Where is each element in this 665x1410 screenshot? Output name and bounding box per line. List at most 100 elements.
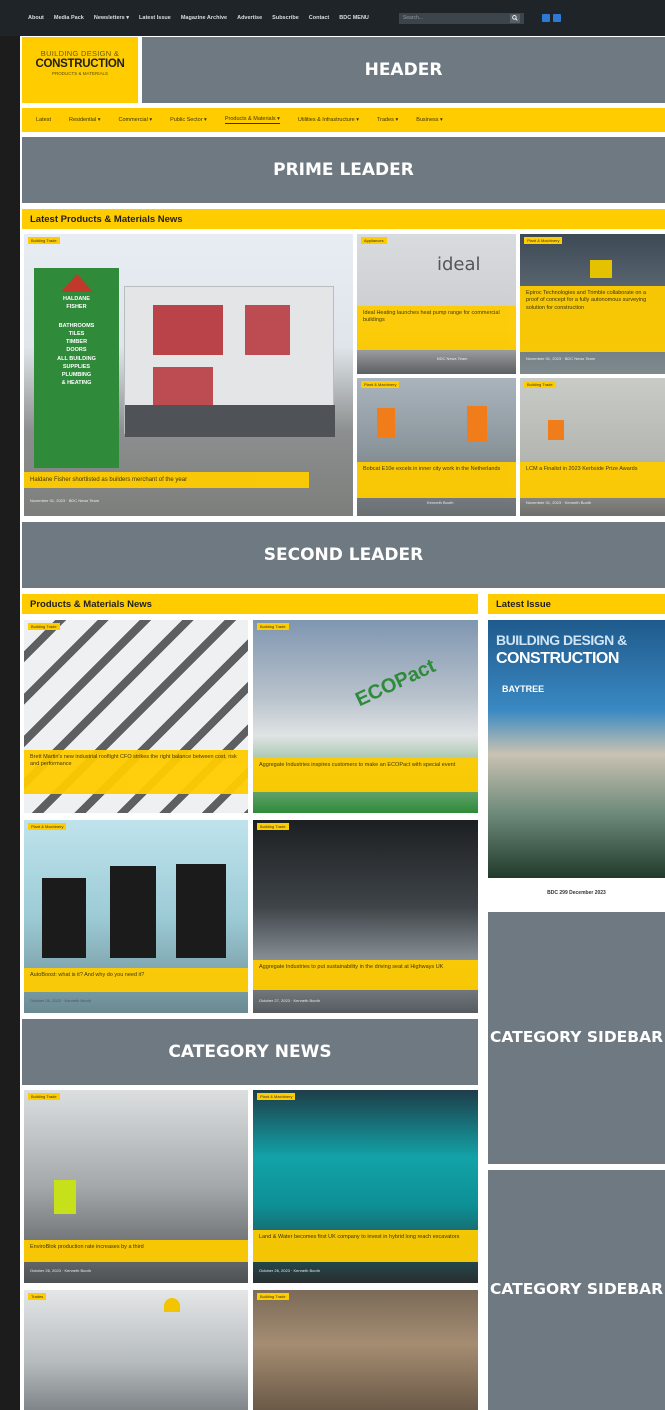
latest-section-title-bar: Latest Products & Materials News (22, 209, 665, 229)
latest-section-title: Latest Products & Materials News (30, 213, 183, 225)
brand-ideal: ideal (437, 254, 481, 275)
feature-article-card[interactable]: HALDANE FISHER BATHROOMS TILES TIMBER DO… (24, 234, 353, 516)
article-card[interactable]: Building Trade EnviroBlok production rat… (24, 1090, 248, 1283)
cover-brand: BAYTREE (502, 684, 545, 694)
pm-section-title-bar: Products & Materials News (22, 594, 478, 614)
top-utility-bar: About Media Pack Newsletters ▾ Latest Is… (0, 0, 665, 36)
topbar-link-advertise[interactable]: Advertise (237, 15, 262, 21)
sign-line: SUPPLIES (62, 363, 91, 370)
category-tag[interactable]: Building Trade (257, 623, 289, 630)
category-tag[interactable]: Plant & Machinery (361, 381, 400, 388)
category-tag[interactable]: Building Trade (257, 1293, 289, 1300)
topbar-link-newsletters[interactable]: Newsletters ▾ (94, 15, 129, 21)
article-meta: October 26, 2023 · Kenneth Booth (30, 1268, 91, 1273)
main-nav: Latest Residential ▾ Commercial ▾ Public… (22, 108, 665, 132)
article-card[interactable]: ECOPact Building Trade Aggregate Industr… (253, 620, 478, 813)
article-card[interactable]: Plant & Machinery Land & Water becomes f… (253, 1090, 478, 1283)
category-tag[interactable]: Building Trade (28, 237, 60, 244)
cover-title-line-1: BUILDING DESIGN & (496, 632, 627, 648)
category-tag[interactable]: Plant & Machinery (257, 1093, 296, 1100)
logo-line-2: CONSTRUCTION (35, 58, 125, 70)
article-card[interactable]: Building Trade Brett Martin's new indust… (24, 620, 248, 813)
article-headline[interactable]: Aggregate Industries to put sustainabili… (253, 960, 478, 990)
nav-item-utilities-infrastructure[interactable]: Utilities & Infrastructure ▾ (298, 117, 359, 123)
latest-issue-label[interactable]: BDC 299 December 2023 (488, 878, 665, 908)
pm-section-title: Products & Materials News (30, 598, 152, 610)
sign-line: DOORS (66, 347, 87, 354)
article-headline[interactable]: Bobcat E10e excels in inner city work in… (357, 462, 516, 498)
topbar-link-magazine-archive[interactable]: Magazine Archive (181, 15, 227, 21)
nav-item-residential[interactable]: Residential ▾ (69, 117, 101, 123)
sign-line: ALL BUILDING (57, 355, 96, 362)
article-meta: October 27, 2023 · Kenneth Booth (259, 998, 320, 1003)
store-sign: HALDANE FISHER BATHROOMS TILES TIMBER DO… (34, 268, 119, 468)
facebook-icon[interactable] (541, 14, 550, 22)
nav-item-latest[interactable]: Latest (36, 117, 51, 123)
nav-item-trades[interactable]: Trades ▾ (377, 117, 398, 123)
category-tag[interactable]: Plant & Machinery (524, 237, 563, 244)
sign-line: & HEATING (61, 380, 92, 387)
article-headline[interactable]: Brett Martin's new industrial rooflight … (24, 750, 248, 794)
sign-line: HALDANE (63, 296, 90, 302)
article-card[interactable]: Plant & Machinery AutoBoost: what is it?… (24, 820, 248, 1013)
article-meta: October 26, 2023 · Kenneth Booth (259, 1268, 320, 1273)
topbar-link-about[interactable]: About (28, 15, 44, 21)
search-icon[interactable] (509, 13, 520, 23)
article-headline[interactable]: Aggregate Industries inspires customers … (253, 758, 478, 792)
article-card[interactable]: Plant & Machinery Epiroc Technologies an… (520, 234, 665, 374)
article-headline[interactable]: Land & Water becomes first UK company to… (253, 1230, 478, 1262)
article-card[interactable]: Trades (24, 1290, 248, 1410)
article-card[interactable]: Plant & Machinery Bobcat E10e excels in … (357, 378, 516, 516)
logo-line-1: BUILDING DESIGN & (40, 49, 120, 58)
article-meta: Kenneth Booth (427, 500, 454, 505)
article-card[interactable]: Building Trade Aggregate Industries to p… (253, 820, 478, 1013)
article-headline[interactable]: Ideal Heating launches heat pump range f… (357, 306, 516, 350)
article-headline[interactable]: LCM a Finalist in 2023 Kerbside Prize Aw… (520, 462, 665, 498)
article-card[interactable]: Building Trade LCM a Finalist in 2023 Ke… (520, 378, 665, 516)
logo-line-3: PRODUCTS & MATERIALS (52, 71, 108, 76)
search-placeholder: Search... (402, 15, 423, 21)
topbar-link-contact[interactable]: Contact (309, 15, 329, 21)
article-headline[interactable]: EnviroBlok production rate increases by … (24, 1240, 248, 1262)
article-headline[interactable]: Haldane Fisher shortlisted as builders m… (24, 472, 309, 489)
site-logo[interactable]: BUILDING DESIGN & CONSTRUCTION PRODUCTS … (22, 37, 138, 103)
category-sidebar-placeholder: CATEGORY SIDEBAR (488, 1170, 665, 1410)
brand-ecopact: ECOPact (352, 654, 440, 712)
sign-line: TIMBER (65, 339, 88, 345)
sign-line: FISHER (66, 304, 87, 311)
twitter-icon[interactable] (552, 14, 561, 22)
prime-leader-placeholder: PRIME LEADER (22, 137, 665, 203)
sign-line: PLUMBING (61, 372, 92, 378)
article-meta: November 01, 2023 · BDC News Team (30, 498, 100, 503)
article-headline[interactable]: Epiroc Technologies and Trimble collabor… (520, 286, 665, 352)
category-tag[interactable]: Building Trade (524, 381, 556, 388)
nav-item-public-sector[interactable]: Public Sector ▾ (170, 117, 207, 123)
article-meta: November 01, 2023 · BDC News Team (526, 356, 596, 361)
sign-line: TILES (68, 330, 85, 337)
article-meta: October 26, 2023 · Kenneth Booth (30, 998, 91, 1003)
page-canvas: BUILDING DESIGN & CONSTRUCTION PRODUCTS … (20, 0, 665, 1410)
topbar-link-media-pack[interactable]: Media Pack (54, 15, 84, 21)
category-tag[interactable]: Appliances (361, 237, 387, 244)
category-sidebar-placeholder: CATEGORY SIDEBAR (488, 912, 665, 1164)
article-headline[interactable]: AutoBoost: what is it? And why do you ne… (24, 968, 248, 992)
article-meta: November 01, 2023 · Kenneth Booth (526, 500, 592, 505)
search-input[interactable]: Search... (398, 12, 524, 24)
article-meta: BDC News Team (437, 356, 468, 361)
latest-issue-cover[interactable]: BUILDING DESIGN & CONSTRUCTION BAYTREE (488, 620, 665, 878)
category-tag[interactable]: Plant & Machinery (28, 823, 67, 830)
nav-item-commercial[interactable]: Commercial ▾ (118, 117, 152, 123)
category-tag[interactable]: Building Trade (28, 1093, 60, 1100)
cover-title-line-2: CONSTRUCTION (496, 650, 619, 667)
topbar-link-subscribe[interactable]: Subscribe (272, 15, 299, 21)
category-tag[interactable]: Building Trade (28, 623, 60, 630)
article-card[interactable]: Building Trade (253, 1290, 478, 1410)
second-leader-placeholder: SECOND LEADER (22, 522, 665, 588)
category-tag[interactable]: Trades (28, 1293, 47, 1300)
article-card[interactable]: ideal Appliances Ideal Heating launches … (357, 234, 516, 374)
topbar-link-latest-issue[interactable]: Latest Issue (139, 15, 171, 21)
nav-item-business[interactable]: Business ▾ (416, 117, 443, 123)
topbar-link-bdc-menu[interactable]: BDC MENU (339, 15, 369, 21)
nav-item-products-materials[interactable]: Products & Materials ▾ (224, 116, 280, 124)
category-tag[interactable]: Building Trade (257, 823, 289, 830)
